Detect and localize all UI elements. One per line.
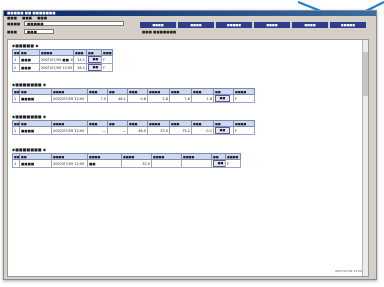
cell-value: — xyxy=(87,126,108,135)
menu-item[interactable]: ■■■ xyxy=(7,16,17,20)
data-table: ■■ ■■ ■■■■ ■■■ ■■ ■■■ ■■■■ ■■■ ■■■ ■■ ■■… xyxy=(12,120,255,135)
cell-value: 0.8 xyxy=(127,94,148,103)
cell-value: 1.8 xyxy=(191,94,214,103)
cell-no: 1 xyxy=(12,94,20,103)
cell-action: ■■ xyxy=(213,94,234,103)
cell-value: 16.1 xyxy=(73,63,87,72)
cell-value: 0.1 xyxy=(191,126,214,135)
cell-value: — xyxy=(107,126,128,135)
app-window: ■■■■■ ■■ ■■■■■■■ ■■■ ■■■ ■■■ ■■■■ ■■■■■ … xyxy=(3,10,377,280)
toolbar: ■■■■ ■■■■■ ■■■ ■■■ ■■■■ ■■■■ ■■■■■ ■■■■ … xyxy=(4,21,376,38)
filter-select[interactable]: ■■■■■ xyxy=(24,21,124,26)
menu-item[interactable]: ■■■ xyxy=(22,16,32,20)
cell-action: ■■ xyxy=(211,159,226,168)
cell-flag: F xyxy=(233,94,255,103)
tab-2[interactable]: ■■■■ xyxy=(178,22,214,28)
detail-button[interactable]: ■■ xyxy=(88,64,101,71)
cell-name: ■■■ xyxy=(19,55,40,64)
group-label: ■■■ xyxy=(7,30,17,34)
tab-5[interactable]: ■■■■ xyxy=(292,22,328,28)
table-row: 1 ■■■■ 2007/07/09 12:00 7.0 48.1 0.8 2.8… xyxy=(12,94,255,103)
tab-4[interactable]: ■■■■ xyxy=(254,22,290,28)
cell-value: 14.1 xyxy=(73,55,87,64)
cell-value: 75.2 xyxy=(169,126,192,135)
cell-value: 48.1 xyxy=(107,94,128,103)
cell-value: 2.8 xyxy=(147,94,170,103)
cell-value: 7.8 xyxy=(169,94,192,103)
cell-name: ■■■ xyxy=(19,63,40,72)
tab-1[interactable]: ■■■■ xyxy=(140,22,176,28)
vertical-scrollbar[interactable] xyxy=(362,40,368,276)
tab-3[interactable]: ■■■■■ xyxy=(216,22,252,28)
table-row: 1 ■■■ 2007/07/09 ■■ 10:0 14.1 ■■ F xyxy=(12,55,113,64)
content-panel: ■■■■■ ■■ ■■ ■■■■ ■■■ ■■ ■■■■ 1 ■■■ 2007/… xyxy=(7,39,369,277)
cell-name: ■■■■ xyxy=(19,126,52,135)
menu-item[interactable]: ■■■ xyxy=(37,16,47,20)
section-3: ■■■■■■■ ■■ ■■ ■■■■ ■■■ ■■ ■■■ ■■■■ ■■■ ■… xyxy=(12,114,356,135)
cell-action: ■■ xyxy=(86,63,102,72)
table-row: 1 ■■■■ 2007/07/09 12:00 ■■ 32.0 ■■ F xyxy=(12,159,241,168)
scrollbar-thumb[interactable] xyxy=(363,52,368,96)
cell-flag: F xyxy=(225,159,241,168)
cell-value xyxy=(181,159,212,168)
cell-value: 46.0 xyxy=(127,126,148,135)
cell-value xyxy=(151,159,182,168)
data-table: ■■ ■■ ■■■■ ■■■■ ■■■■ ■■■■ ■■■■ ■■ ■■■■ 1… xyxy=(12,153,241,168)
cell-action: ■■ xyxy=(213,126,234,135)
cell-name: ■■■■ xyxy=(19,159,52,168)
detail-button[interactable]: ■■ xyxy=(88,56,101,63)
cell-value: 32.0 xyxy=(121,159,152,168)
cell-value: ■■ xyxy=(87,159,122,168)
cell-datetime: 2007/07/09 12:00 xyxy=(51,159,88,168)
section-4: ■■■■■■■ ■■ ■■ ■■■■ ■■■■ ■■■■ ■■■■ ■■■■ ■… xyxy=(12,147,356,168)
table-row: 2 ■■■ 2007/07/09 12:00 16.1 ■■ F xyxy=(12,63,113,72)
cell-no: 1 xyxy=(12,55,20,64)
section-2: ■■■■■■■ ■■ ■■ ■■■■ ■■■ ■■ ■■■ ■■■■ ■■■ ■… xyxy=(12,82,356,103)
cell-name: ■■■■ xyxy=(19,94,52,103)
cell-no: 1 xyxy=(12,126,20,135)
detail-button[interactable]: ■■ xyxy=(215,127,230,134)
cell-value: 7.0 xyxy=(87,94,108,103)
toolbar-note: ■■■ ■■■■■■■ xyxy=(142,30,177,34)
data-table: ■■ ■■ ■■■■ ■■■ ■■ ■■■■ 1 ■■■ 2007/07/09 … xyxy=(12,49,113,72)
cell-no: 1 xyxy=(12,159,20,168)
cell-value: 23.0 xyxy=(147,126,170,135)
cell-no: 2 xyxy=(12,63,20,72)
detail-button[interactable]: ■■ xyxy=(213,160,225,167)
cell-datetime: 2007/07/09 12:00 xyxy=(39,63,74,72)
section-1: ■■■■■ ■■ ■■ ■■■■ ■■■ ■■ ■■■■ 1 ■■■ 2007/… xyxy=(12,43,356,72)
cell-datetime: 2007/07/09 12:00 xyxy=(51,94,88,103)
filter-label: ■■■■ xyxy=(7,22,21,26)
tab-6[interactable]: ■■■■■ xyxy=(330,22,366,28)
detail-button[interactable]: ■■ xyxy=(215,95,230,102)
status-timestamp: 2007/07/09 12:00 xyxy=(335,269,362,273)
cell-flag: F xyxy=(101,63,113,72)
data-table: ■■ ■■ ■■■■ ■■■ ■■ ■■■ ■■■■ ■■■ ■■■ ■■ ■■… xyxy=(12,88,255,103)
cell-flag: F xyxy=(233,126,255,135)
cell-datetime: 2007/07/09 ■■ 10:0 xyxy=(39,55,74,64)
cell-datetime: 2007/07/09 12:00 xyxy=(51,126,88,135)
cell-flag: F xyxy=(101,55,113,64)
cell-action: ■■ xyxy=(86,55,102,64)
table-row: 1 ■■■■ 2007/07/09 12:00 — — 46.0 23.0 75… xyxy=(12,126,255,135)
group-select[interactable]: ■■■ xyxy=(24,29,54,34)
